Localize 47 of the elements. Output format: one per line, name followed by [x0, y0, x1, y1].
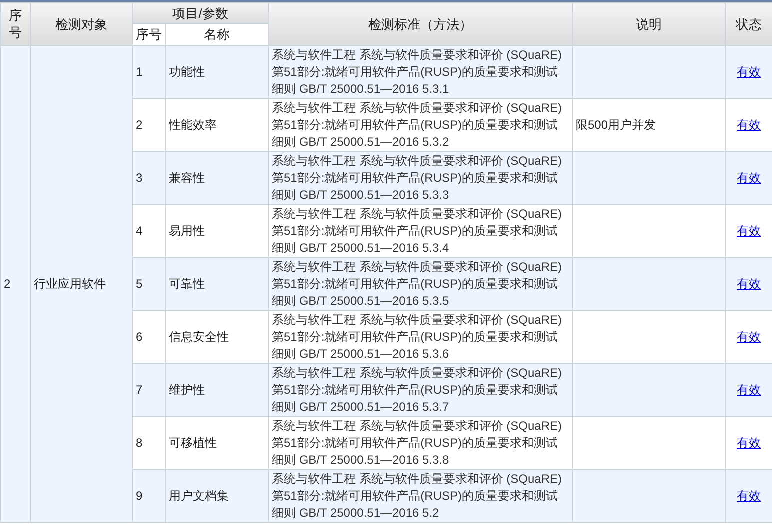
status-link[interactable]: 有效 — [737, 488, 761, 502]
table-cell: 1 — [132, 46, 166, 98]
table-cell: 系统与软件工程 系统与软件质量要求和评价 (SQuaRE) 第51部分:就绪可用软件产品(RUSP)的质量要求和测试细则 GB/T 25000.51—2016 5.3.1 — [268, 46, 572, 98]
table-cell: 8 — [132, 416, 166, 470]
column-header: 检测标准（方法） — [268, 2, 572, 46]
column-header: 说明 — [572, 2, 726, 46]
column-header: 项目/参数 — [132, 2, 268, 24]
table-cell: 系统与软件工程 系统与软件质量要求和评价 (SQuaRE) 第51部分:就绪可用软件产品(RUSP)的质量要求和测试细则 GB/T 25000.51—2016 5.3.3 — [268, 152, 572, 204]
table-cell: 4 — [132, 204, 166, 258]
column-header: 状态 — [726, 2, 772, 46]
status-link[interactable]: 有效 — [737, 118, 761, 132]
table-cell: 可靠性 — [166, 258, 268, 310]
table-cell: 限500用户并发 — [572, 98, 726, 152]
table-cell: 性能效率 — [166, 98, 268, 152]
table-cell: 7 — [132, 364, 166, 416]
status-link[interactable]: 有效 — [737, 330, 761, 344]
column-header: 名称 — [166, 24, 268, 46]
column-header: 检测对象 — [30, 2, 132, 46]
table-cell: 可移植性 — [166, 416, 268, 470]
status-link[interactable]: 有效 — [737, 382, 761, 396]
table-cell: 系统与软件工程 系统与软件质量要求和评价 (SQuaRE) 第51部分:就绪可用软件产品(RUSP)的质量要求和测试细则 GB/T 25000.51—2016 5.3.2 — [268, 98, 572, 152]
table-cell: 系统与软件工程 系统与软件质量要求和评价 (SQuaRE) 第51部分:就绪可用软件产品(RUSP)的质量要求和测试细则 GB/T 25000.51—2016 5.2 — [268, 470, 572, 522]
status-link[interactable]: 有效 — [737, 224, 761, 238]
table-cell: 系统与软件工程 系统与软件质量要求和评价 (SQuaRE) 第51部分:就绪可用软件产品(RUSP)的质量要求和测试细则 GB/T 25000.51—2016 5.3.7 — [268, 364, 572, 416]
status-link[interactable]: 有效 — [737, 276, 761, 290]
table-cell: 5 — [132, 258, 166, 310]
table-cell: 9 — [132, 470, 166, 522]
column-header: 序号 — [0, 2, 30, 46]
table-cell: 2 — [132, 98, 166, 152]
table-cell: 2 — [0, 46, 30, 522]
table-cell: 系统与软件工程 系统与软件质量要求和评价 (SQuaRE) 第51部分:就绪可用软件产品(RUSP)的质量要求和测试细则 GB/T 25000.51—2016 5.3.6 — [268, 310, 572, 364]
table-cell: 系统与软件工程 系统与软件质量要求和评价 (SQuaRE) 第51部分:就绪可用软件产品(RUSP)的质量要求和测试细则 GB/T 25000.51—2016 5.3.4 — [268, 204, 572, 258]
status-link[interactable]: 有效 — [737, 436, 761, 450]
table-cell: 系统与软件工程 系统与软件质量要求和评价 (SQuaRE) 第51部分:就绪可用软件产品(RUSP)的质量要求和测试细则 GB/T 25000.51—2016 5.3.8 — [268, 416, 572, 470]
table-cell: 功能性 — [166, 46, 268, 98]
table-cell: 维护性 — [166, 364, 268, 416]
table-cell: 系统与软件工程 系统与软件质量要求和评价 (SQuaRE) 第51部分:就绪可用软件产品(RUSP)的质量要求和测试细则 GB/T 25000.51—2016 5.3.5 — [268, 258, 572, 310]
table-cell: 3 — [132, 152, 166, 204]
table-cell: 信息安全性 — [166, 310, 268, 364]
table-cell: 易用性 — [166, 204, 268, 258]
column-header: 序号 — [132, 24, 166, 46]
table-cell: 行业应用软件 — [30, 46, 132, 522]
table-cell: 兼容性 — [166, 152, 268, 204]
table-cell: 6 — [132, 310, 166, 364]
table-cell: 用户文档集 — [166, 470, 268, 522]
status-link[interactable]: 有效 — [737, 64, 761, 78]
status-link[interactable]: 有效 — [737, 170, 761, 184]
